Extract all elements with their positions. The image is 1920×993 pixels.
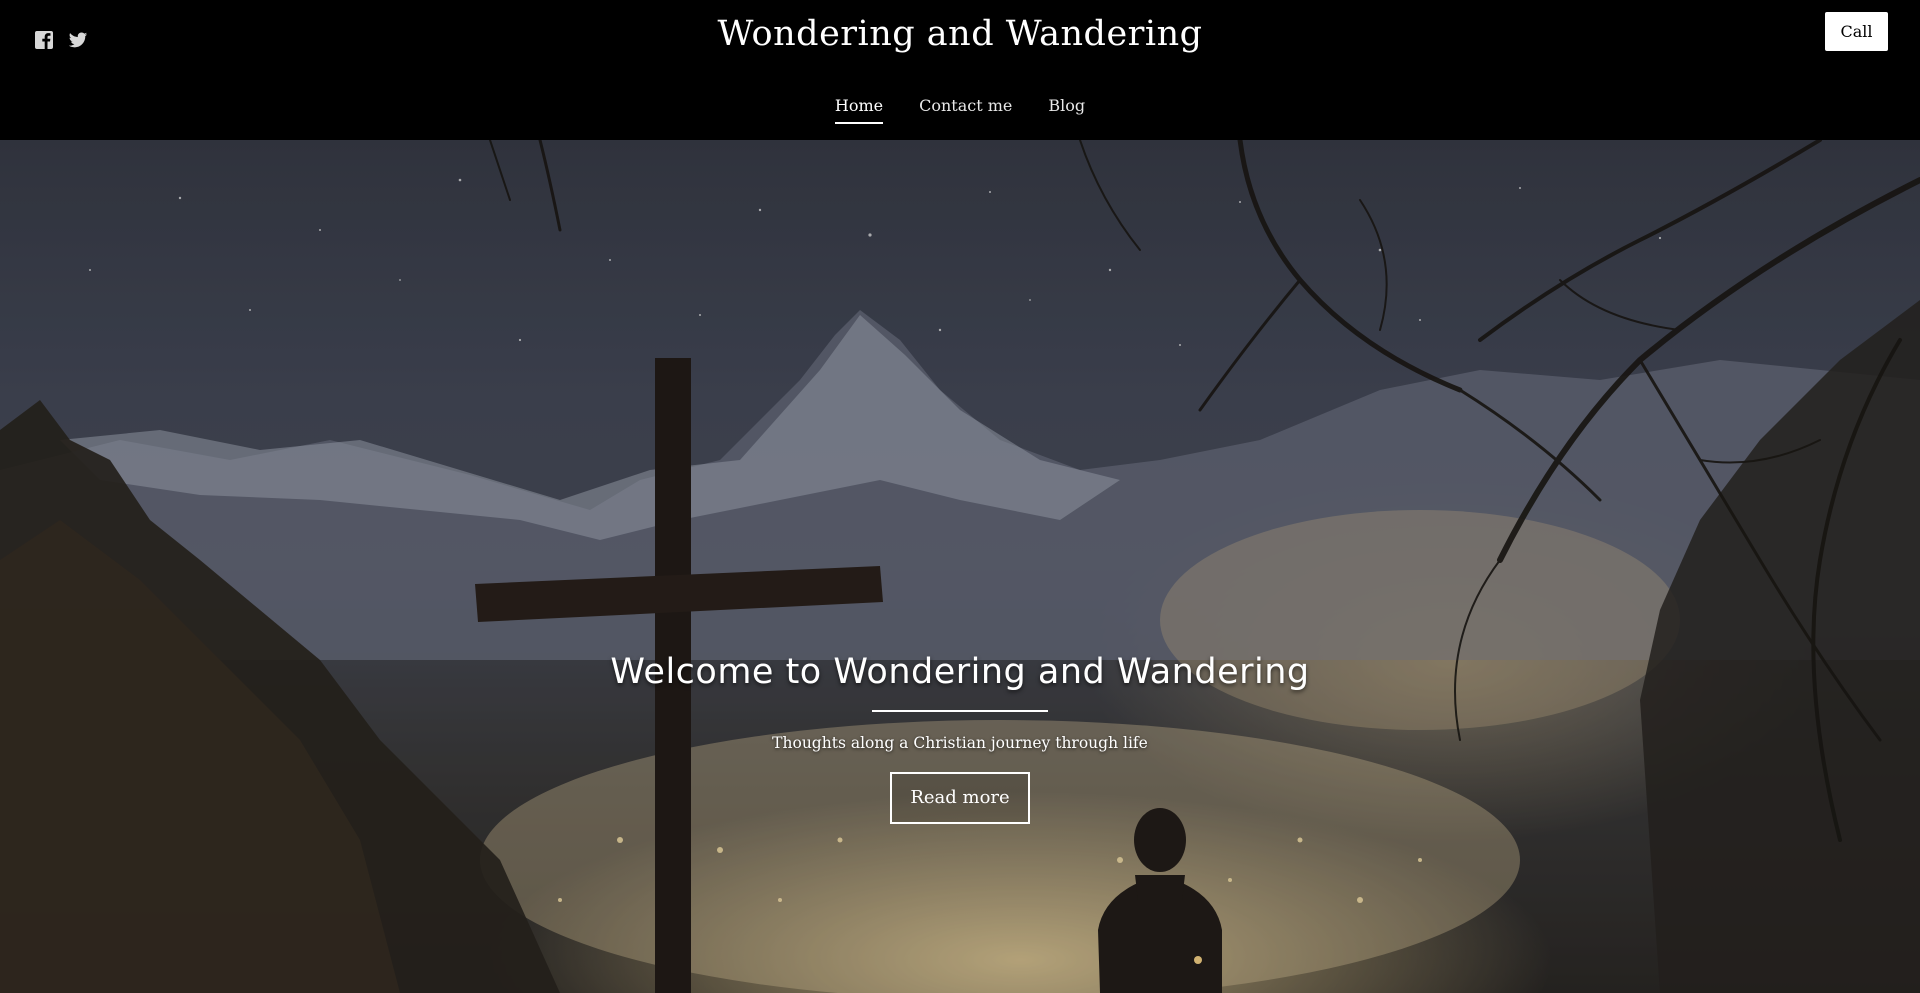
site-header: Wondering and Wandering Call Home Contac… <box>0 0 1920 140</box>
nav-item-blog[interactable]: Blog <box>1048 96 1085 124</box>
read-more-button[interactable]: Read more <box>890 772 1030 824</box>
nav-item-contact-me[interactable]: Contact me <box>919 96 1012 124</box>
hero-banner: Welcome to Wondering and Wandering Thoug… <box>0 140 1920 993</box>
hero-title: Welcome to Wondering and Wandering <box>610 652 1310 692</box>
nav-item-home[interactable]: Home <box>834 96 884 124</box>
hero-subtitle: Thoughts along a Christian journey throu… <box>772 734 1148 752</box>
main-nav: Home Contact me Blog <box>0 96 1920 124</box>
site-title[interactable]: Wondering and Wandering <box>0 14 1920 54</box>
hero-divider <box>872 710 1048 712</box>
call-button[interactable]: Call <box>1825 12 1888 51</box>
hero-content: Welcome to Wondering and Wandering Thoug… <box>0 652 1920 824</box>
hero-dim-overlay <box>0 140 1920 993</box>
